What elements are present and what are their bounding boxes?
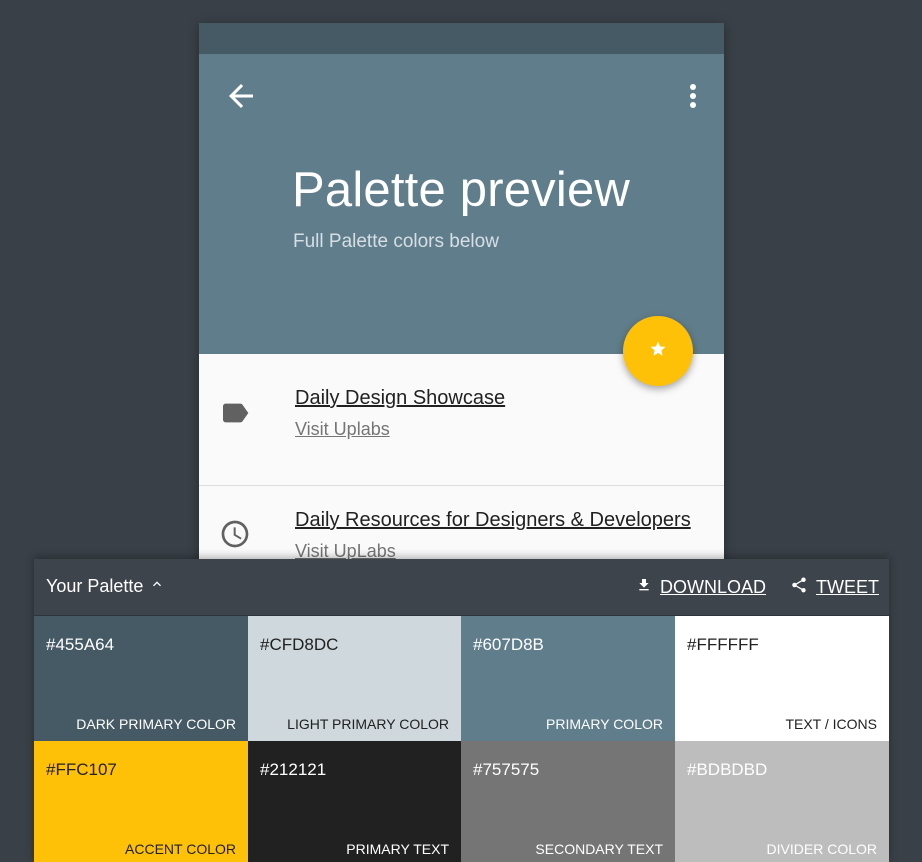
more-vert-icon[interactable] xyxy=(675,78,711,114)
swatch-hex: #757575 xyxy=(473,760,540,779)
swatch-hex: #FFC107 xyxy=(46,760,117,779)
palette-title: Your Palette xyxy=(46,576,144,596)
swatch-hex: #BDBDBD xyxy=(687,760,768,779)
swatch-primary-text[interactable]: #212121 PRIMARY TEXT xyxy=(248,741,461,862)
swatch-label: SECONDARY TEXT xyxy=(535,841,663,857)
list-item: Daily Design Showcase Visit Uplabs xyxy=(199,354,724,486)
list-item-link[interactable]: Visit Uplabs xyxy=(295,419,390,440)
swatch-text-icons[interactable]: #FFFFFF TEXT / ICONS xyxy=(675,616,889,741)
swatch-label: TEXT / ICONS xyxy=(785,716,877,732)
swatch-label: PRIMARY COLOR xyxy=(546,716,663,732)
swatch-label: LIGHT PRIMARY COLOR xyxy=(287,716,449,732)
app-header: Palette preview Full Palette colors belo… xyxy=(199,54,724,354)
swatch-grid: #455A64 DARK PRIMARY COLOR #CFD8DC LIGHT… xyxy=(34,616,889,862)
palette-panel: Your Palette DOWNLOAD TWEET #455A64 DARK… xyxy=(34,559,889,862)
tweet-label: TWEET xyxy=(816,577,879,597)
palette-toggle[interactable]: Your Palette xyxy=(46,576,165,597)
swatch-label: DARK PRIMARY COLOR xyxy=(76,716,236,732)
download-label: DOWNLOAD xyxy=(660,577,767,597)
list-item-title[interactable]: Daily Resources for Designers & Develope… xyxy=(295,509,691,532)
phone-preview: Palette preview Full Palette colors belo… xyxy=(199,23,724,583)
swatch-hex: #212121 xyxy=(260,760,327,779)
swatch-accent[interactable]: #FFC107 ACCENT COLOR xyxy=(34,741,248,862)
palette-header: Your Palette DOWNLOAD TWEET xyxy=(34,559,889,616)
share-icon xyxy=(790,576,808,599)
clock-icon xyxy=(219,518,251,555)
swatch-light-primary[interactable]: #CFD8DC LIGHT PRIMARY COLOR xyxy=(248,616,461,741)
swatch-dark-primary[interactable]: #455A64 DARK PRIMARY COLOR xyxy=(34,616,248,741)
download-button[interactable]: DOWNLOAD xyxy=(636,576,766,599)
chevron-up-icon xyxy=(149,576,165,597)
swatch-label: DIVIDER COLOR xyxy=(766,841,877,857)
tweet-button[interactable]: TWEET xyxy=(790,576,879,599)
swatch-hex: #FFFFFF xyxy=(687,635,759,654)
swatch-hex: #607D8B xyxy=(473,635,544,654)
page-subtitle: Full Palette colors below xyxy=(293,231,499,252)
swatch-divider[interactable]: #BDBDBD DIVIDER COLOR xyxy=(675,741,889,862)
swatch-hex: #455A64 xyxy=(46,635,115,654)
swatch-label: PRIMARY TEXT xyxy=(346,841,449,857)
swatch-primary[interactable]: #607D8B PRIMARY COLOR xyxy=(461,616,675,741)
page-title: Palette preview xyxy=(292,163,631,217)
download-icon xyxy=(636,576,652,599)
label-icon xyxy=(219,397,251,434)
status-bar xyxy=(199,23,724,54)
back-arrow-icon[interactable] xyxy=(223,78,259,114)
swatch-label: ACCENT COLOR xyxy=(125,841,236,857)
swatch-hex: #CFD8DC xyxy=(260,635,339,654)
swatch-secondary-text[interactable]: #757575 SECONDARY TEXT xyxy=(461,741,675,862)
list-item-title[interactable]: Daily Design Showcase xyxy=(295,387,505,410)
